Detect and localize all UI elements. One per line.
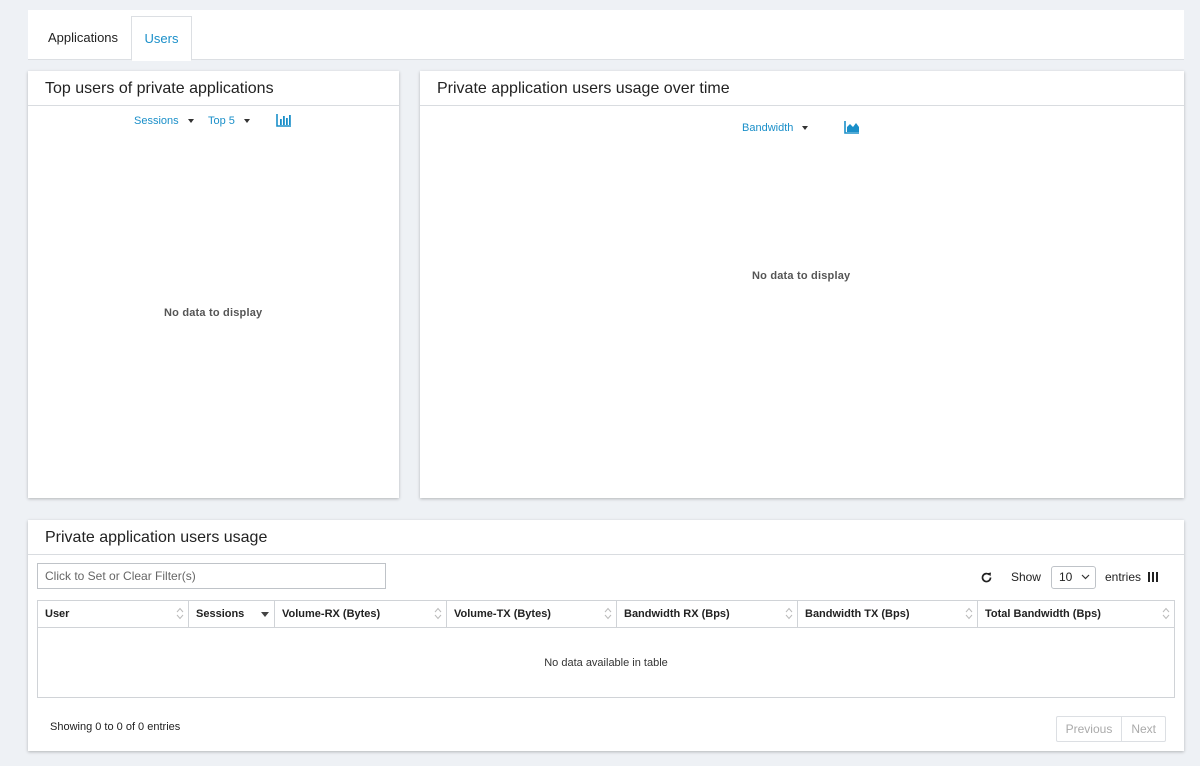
column-header-sessions[interactable]: Sessions bbox=[189, 601, 275, 627]
refresh-icon[interactable] bbox=[980, 571, 993, 584]
usage-over-time-panel: Private application users usage over tim… bbox=[420, 71, 1184, 498]
bar-chart-icon[interactable] bbox=[276, 114, 292, 132]
table-info: Showing 0 to 0 of 0 entries bbox=[50, 721, 181, 733]
column-header-total-bandwidth[interactable]: Total Bandwidth (Bps) bbox=[978, 601, 1174, 627]
metric-dropdown[interactable]: Sessions bbox=[134, 115, 194, 127]
panel-title: Private application users usage over tim… bbox=[420, 71, 1184, 106]
sort-icon bbox=[434, 607, 442, 620]
table-header: User Sessions Volume-RX (Bytes) Volume-T… bbox=[38, 601, 1174, 628]
column-header-volume-tx[interactable]: Volume-TX (Bytes) bbox=[447, 601, 617, 627]
filter-input[interactable] bbox=[37, 563, 386, 589]
usage-table: User Sessions Volume-RX (Bytes) Volume-T… bbox=[37, 600, 1175, 698]
tab-applications[interactable]: Applications bbox=[36, 16, 130, 60]
previous-button[interactable]: Previous bbox=[1057, 717, 1122, 741]
top-users-panel: Top users of private applications Sessio… bbox=[28, 71, 399, 498]
users-usage-table-panel: Private application users usage Show 10 … bbox=[28, 520, 1184, 751]
column-header-label: Bandwidth TX (Bps) bbox=[805, 608, 910, 620]
column-header-bandwidth-tx[interactable]: Bandwidth TX (Bps) bbox=[798, 601, 978, 627]
tab-bar: Applications Users bbox=[28, 10, 1184, 61]
columns-icon[interactable] bbox=[1148, 571, 1158, 583]
column-header-label: Volume-TX (Bytes) bbox=[454, 608, 551, 620]
column-header-volume-rx[interactable]: Volume-RX (Bytes) bbox=[275, 601, 447, 627]
sort-icon bbox=[1162, 607, 1170, 620]
metric-dropdown-label: Bandwidth bbox=[742, 122, 794, 134]
column-header-label: Sessions bbox=[196, 608, 245, 620]
panel-title: Private application users usage bbox=[28, 520, 1184, 555]
column-header-label: Volume-RX (Bytes) bbox=[282, 608, 381, 620]
entries-label: entries bbox=[1104, 570, 1141, 584]
page-size-controls: Show 10 entries bbox=[980, 565, 1158, 589]
empty-chart-message: No data to display bbox=[752, 270, 851, 282]
limit-dropdown-label: Top 5 bbox=[208, 115, 235, 127]
sort-icon bbox=[604, 607, 612, 620]
column-header-label: User bbox=[45, 608, 70, 620]
column-header-label: Total Bandwidth (Bps) bbox=[985, 608, 1101, 620]
metric-dropdown-label: Sessions bbox=[134, 115, 179, 127]
chevron-down-icon bbox=[802, 126, 809, 130]
show-label: Show bbox=[1010, 570, 1041, 584]
chevron-down-icon bbox=[187, 119, 194, 123]
chevron-down-icon bbox=[1081, 574, 1090, 580]
area-chart-icon[interactable] bbox=[844, 121, 860, 139]
tab-users[interactable]: Users bbox=[131, 16, 192, 61]
column-header-bandwidth-rx[interactable]: Bandwidth RX (Bps) bbox=[617, 601, 798, 627]
pagination: Previous Next bbox=[1055, 716, 1166, 742]
column-header-user[interactable]: User bbox=[38, 601, 189, 627]
page-size-value: 10 bbox=[1058, 570, 1073, 584]
page-size-select[interactable]: 10 bbox=[1050, 565, 1096, 589]
column-header-label: Bandwidth RX (Bps) bbox=[624, 608, 730, 620]
limit-dropdown[interactable]: Top 5 bbox=[208, 115, 250, 127]
sort-icon bbox=[965, 607, 973, 620]
metric-dropdown[interactable]: Bandwidth bbox=[742, 122, 809, 134]
sort-icon bbox=[176, 607, 184, 620]
sort-icon bbox=[785, 607, 793, 620]
chevron-down-icon bbox=[243, 119, 250, 123]
empty-chart-message: No data to display bbox=[164, 307, 263, 319]
next-button[interactable]: Next bbox=[1121, 717, 1165, 741]
panel-title: Top users of private applications bbox=[28, 71, 399, 106]
sort-desc-icon bbox=[261, 612, 269, 617]
empty-table-message: No data available in table bbox=[544, 657, 668, 669]
